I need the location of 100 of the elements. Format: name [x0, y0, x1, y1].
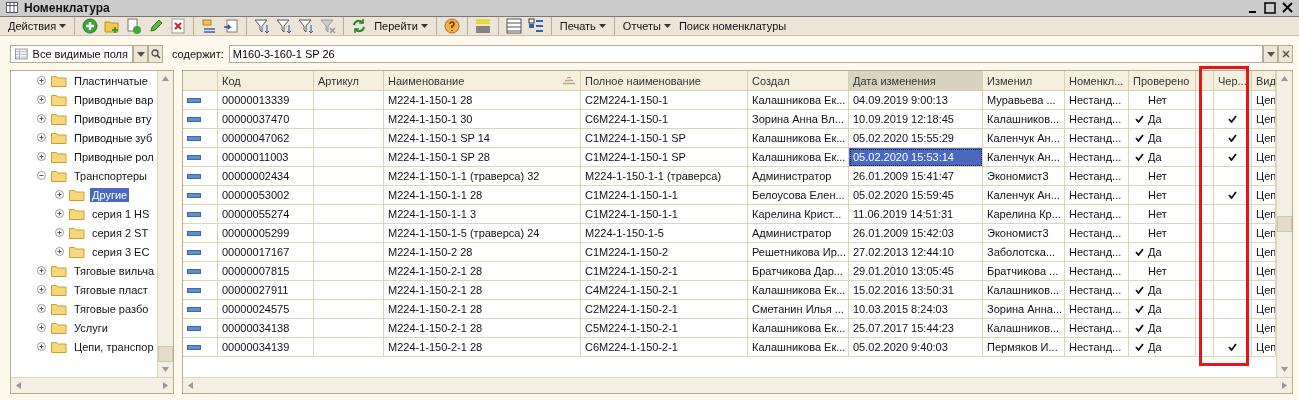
- search-field[interactable]: М160-3-160-1 SP 26: [228, 45, 1263, 63]
- table-cell: Калашникова Ек...: [748, 91, 849, 110]
- table-cell: 00000011003: [218, 148, 314, 167]
- column-header[interactable]: Наименование: [384, 71, 581, 91]
- table-cell: С1М224-1-150-1 SP: [581, 129, 748, 148]
- search-button[interactable]: [148, 45, 163, 63]
- table-cell: Сметанин Илья ...: [748, 300, 849, 319]
- delete-icon[interactable]: [169, 16, 188, 35]
- tree-item[interactable]: Приводные вту: [72, 111, 154, 126]
- clear-button[interactable]: [1278, 45, 1293, 63]
- expand-icon[interactable]: [37, 95, 46, 104]
- move-icon[interactable]: [222, 16, 241, 35]
- expand-icon[interactable]: [37, 133, 46, 142]
- tree-item[interactable]: Другие: [90, 187, 130, 202]
- maximize-icon[interactable]: [1264, 1, 1276, 14]
- column-header[interactable]: Дата изменения: [849, 71, 983, 91]
- table-cell: Нестанд...: [1065, 319, 1129, 338]
- tree-item[interactable]: Цепи, транспор: [72, 339, 156, 354]
- tree-item[interactable]: Приводные зуб: [72, 130, 155, 145]
- expand-icon[interactable]: [37, 304, 46, 313]
- goto-menu[interactable]: Перейти: [372, 19, 430, 32]
- cell-text: Да: [1148, 284, 1162, 296]
- expand-icon[interactable]: [37, 323, 46, 332]
- collapse-icon[interactable]: [37, 171, 46, 180]
- checklist-icon[interactable]: [526, 16, 545, 35]
- print-menu[interactable]: Печать: [557, 19, 608, 32]
- table-cell: 00000017167: [218, 243, 314, 262]
- tree-item[interactable]: серия 2 ST: [90, 225, 151, 240]
- add-icon[interactable]: [81, 16, 100, 35]
- tree-item[interactable]: Тяговые вильча: [72, 263, 157, 278]
- folder-icon: [51, 74, 67, 87]
- expand-icon[interactable]: [55, 228, 64, 237]
- check-icon: [1228, 343, 1237, 351]
- scrollbar[interactable]: [157, 71, 173, 377]
- expand-icon[interactable]: [37, 285, 46, 294]
- help-icon[interactable]: [442, 16, 461, 35]
- scroll-thumb[interactable]: [158, 346, 173, 362]
- tree-item[interactable]: Услуги: [72, 320, 110, 335]
- reports-menu[interactable]: Отчеты: [620, 19, 673, 32]
- close-icon[interactable]: [1282, 2, 1293, 14]
- column-header[interactable]: Чер...: [1214, 71, 1252, 91]
- tree-item[interactable]: Приводные рол: [72, 149, 156, 164]
- dropdown-button[interactable]: [1263, 45, 1278, 63]
- column-header[interactable]: Полное наименование: [581, 71, 748, 91]
- column-header[interactable]: Изменил: [983, 71, 1065, 91]
- table-cell: Калашников...: [983, 319, 1065, 338]
- expand-icon[interactable]: [55, 247, 64, 256]
- search-button[interactable]: Поиск номенклатуры: [676, 19, 789, 32]
- folder-icon: [51, 321, 67, 334]
- table-cell: Карелина Кр...: [983, 205, 1065, 224]
- field-select[interactable]: Все видимые поля: [10, 45, 133, 63]
- item-icon: [187, 325, 201, 331]
- table-cell: М224-1-150-1 28: [384, 91, 581, 110]
- expand-icon[interactable]: [37, 152, 46, 161]
- caret-icon: [1266, 51, 1275, 57]
- column-title: Чер...: [1218, 74, 1247, 87]
- tree-item[interactable]: серия 3 EC: [90, 244, 152, 259]
- table-cell: Решетникова Ир...: [748, 243, 849, 262]
- scroll-thumb[interactable]: [1277, 216, 1292, 232]
- table-cell: Нестанд...: [1065, 110, 1129, 129]
- dropdown-button[interactable]: [133, 45, 148, 63]
- expand-icon[interactable]: [37, 266, 46, 275]
- tree-item[interactable]: Пластинчатые: [72, 73, 150, 88]
- caret-icon: [598, 23, 606, 28]
- tree-item[interactable]: Приводные вар: [72, 92, 156, 107]
- table-cell: [314, 205, 384, 224]
- column-header[interactable]: Код: [218, 71, 314, 91]
- folder-icon: [51, 283, 67, 296]
- tree-item[interactable]: Тяговые разбо: [72, 301, 151, 316]
- table-cell: Нестанд...: [1065, 129, 1129, 148]
- column-header[interactable]: Номенкл...: [1065, 71, 1129, 91]
- list-icon[interactable]: [504, 16, 523, 35]
- folder-icon: [51, 169, 67, 182]
- expand-icon[interactable]: [37, 76, 46, 85]
- tree-item[interactable]: Тяговые пласт: [72, 282, 150, 297]
- item-icon: [187, 249, 201, 255]
- tree-item[interactable]: серия 1 HS: [90, 206, 152, 221]
- scrollbar[interactable]: [1276, 71, 1292, 377]
- table-cell: М224-1-150-1 SP 28: [384, 148, 581, 167]
- expand-icon[interactable]: [37, 342, 46, 351]
- tree-item[interactable]: Транспортеры: [72, 168, 149, 183]
- table-cell: С2М224-1-150-1: [581, 91, 748, 110]
- actions-menu[interactable]: Действия: [6, 19, 69, 32]
- filter-menu-icon[interactable]: [297, 16, 316, 35]
- column-header[interactable]: Артикул: [314, 71, 384, 91]
- expand-icon[interactable]: [55, 190, 64, 199]
- clear-filter-icon[interactable]: [319, 16, 338, 35]
- filter-icon[interactable]: [253, 16, 272, 35]
- expand-icon[interactable]: [37, 114, 46, 123]
- table-cell: Калашников...: [983, 110, 1065, 129]
- table-cell: Каленчук Ан...: [983, 186, 1065, 205]
- column-header[interactable]: Проверено: [1129, 71, 1196, 91]
- table-icon: [15, 48, 28, 60]
- expand-icon[interactable]: [55, 209, 64, 218]
- filter-list-icon[interactable]: [275, 16, 294, 35]
- table-cell: М224-1-150-2-1 28: [384, 262, 581, 281]
- item-icon: [187, 173, 201, 179]
- table-cell: Заболотска...: [983, 243, 1065, 262]
- caret-icon: [420, 23, 428, 28]
- column-header[interactable]: [1196, 71, 1214, 91]
